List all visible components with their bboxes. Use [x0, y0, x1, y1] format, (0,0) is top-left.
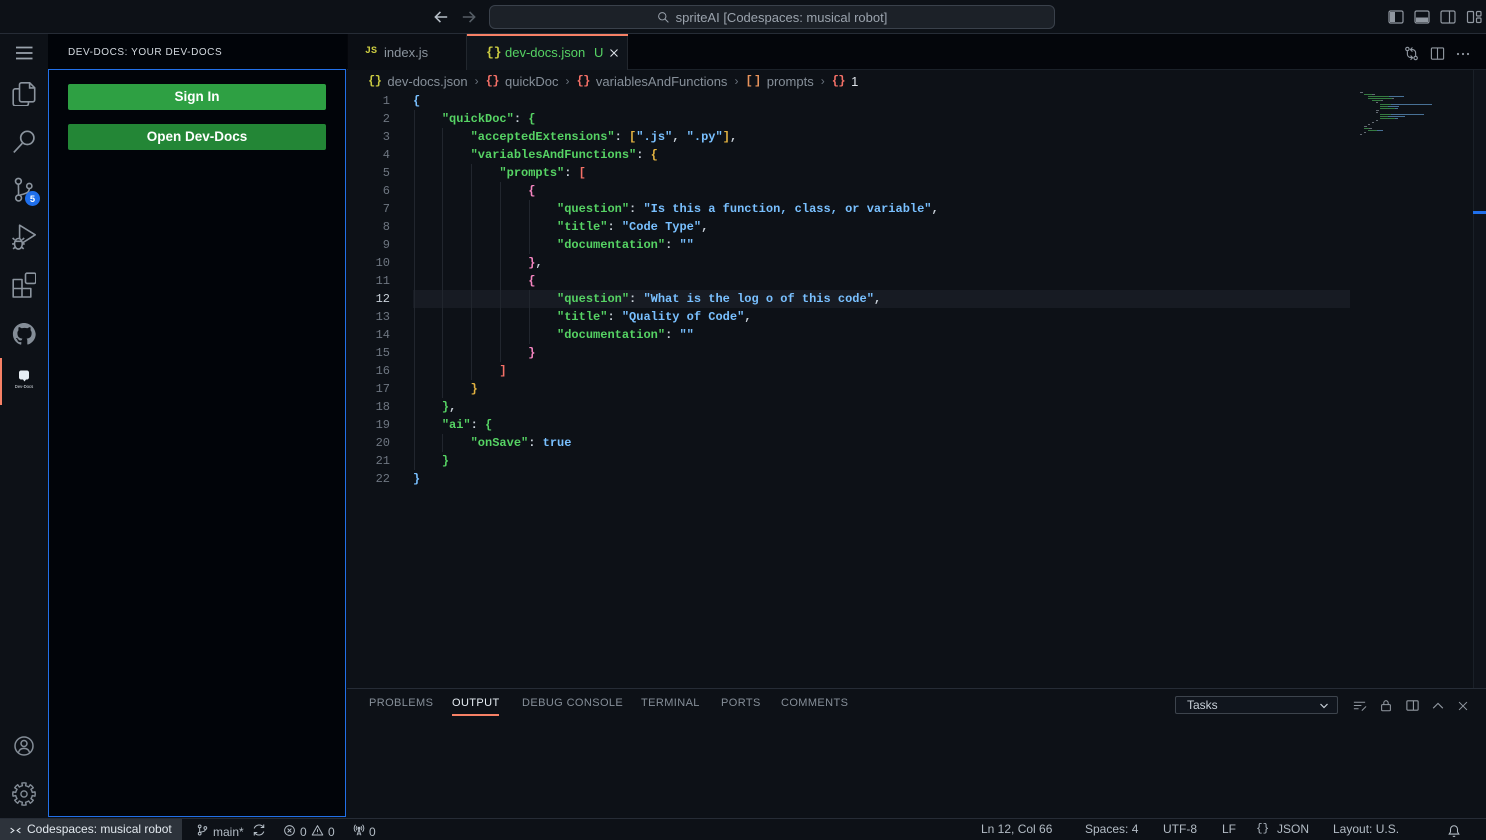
svg-text:5: 5 [29, 193, 34, 203]
svg-text:Dev-Docs: Dev-Docs [15, 384, 33, 389]
